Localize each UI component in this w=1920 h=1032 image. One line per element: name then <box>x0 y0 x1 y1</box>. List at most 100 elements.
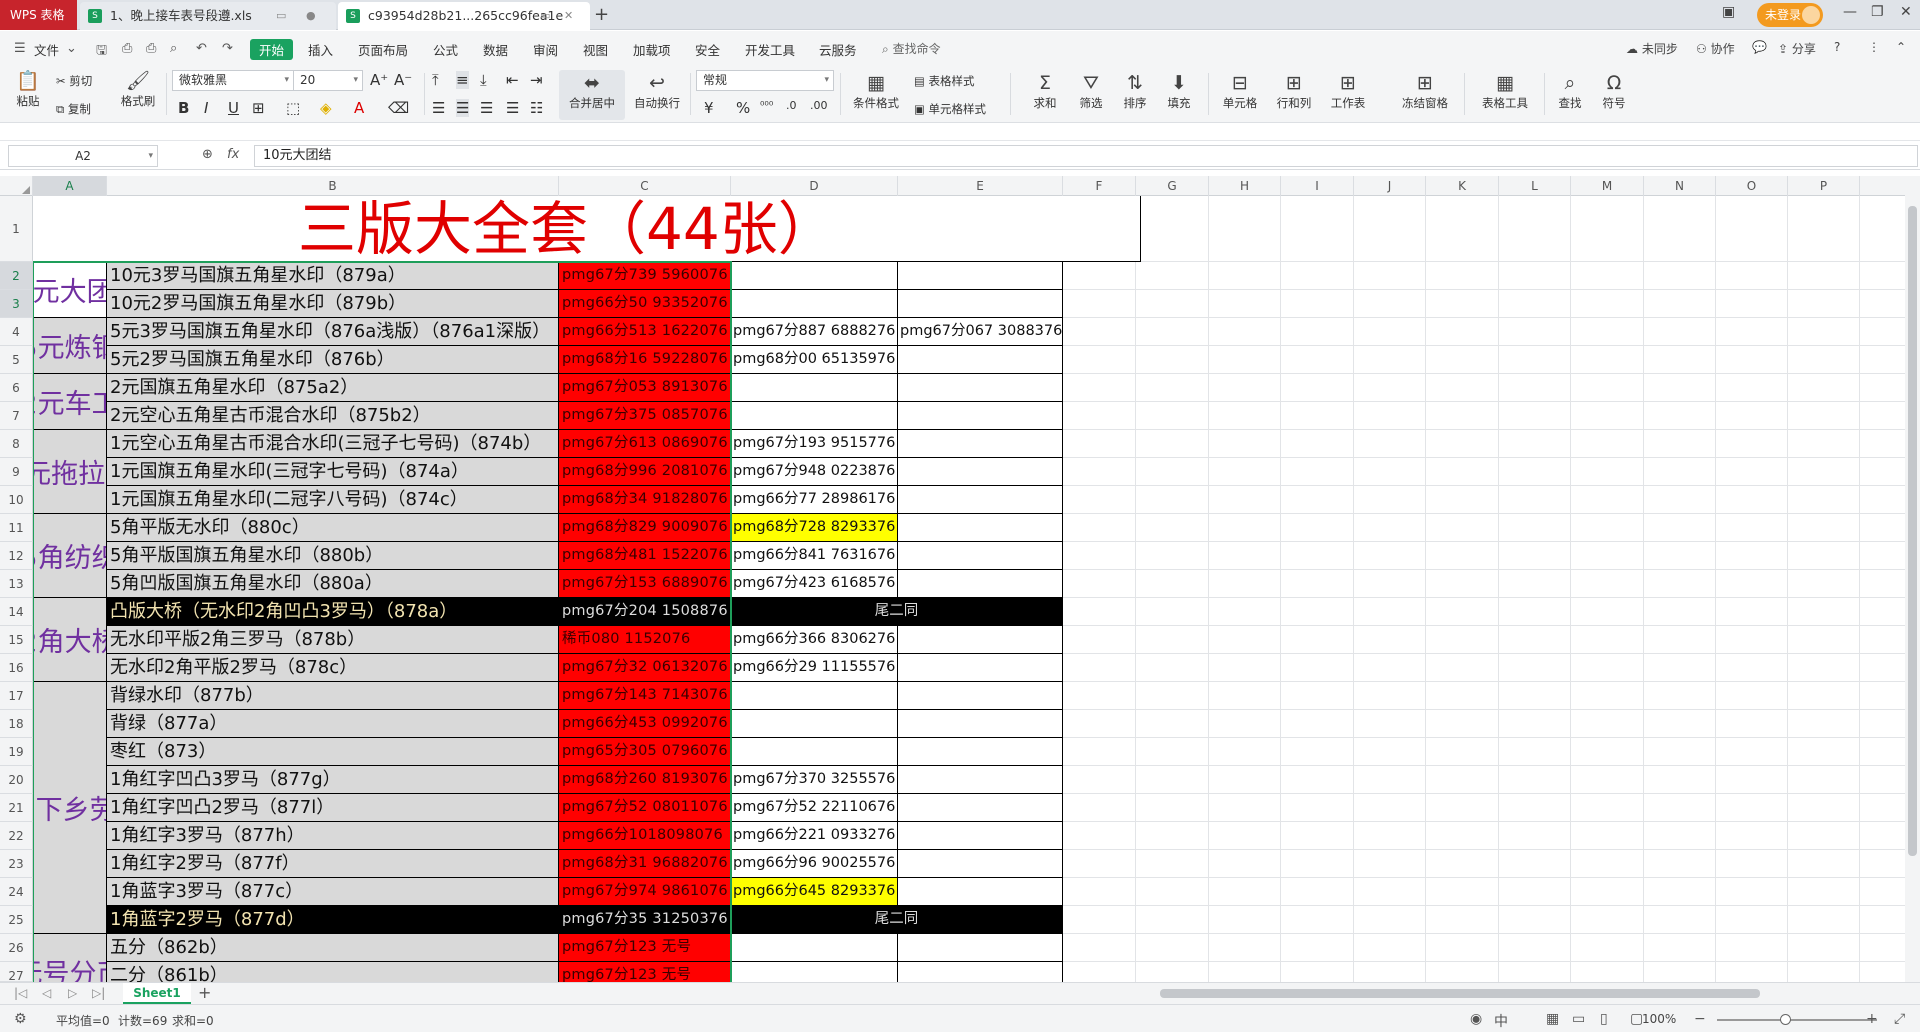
group-cell[interactable]: 无号分币 <box>33 934 107 982</box>
serial-cell-3[interactable] <box>898 962 1063 982</box>
menu-security[interactable]: 安全 <box>695 40 720 59</box>
serial-cell[interactable]: pmg67分123 无号 <box>559 962 731 982</box>
serial-cell-3[interactable] <box>898 458 1063 486</box>
font-color-icon[interactable]: A <box>354 99 364 117</box>
serial-cell-2[interactable]: pmg67分370 3255576 <box>731 766 898 794</box>
column-header[interactable]: L <box>1499 176 1571 196</box>
tab-dot-icon[interactable]: ● <box>306 2 316 30</box>
justify-icon[interactable]: ☰ <box>506 99 519 117</box>
row-header[interactable]: 22 <box>0 822 33 850</box>
serial-cell-3[interactable] <box>898 794 1063 822</box>
column-header[interactable]: N <box>1644 176 1716 196</box>
first-sheet-icon[interactable]: |◁ <box>14 986 27 1000</box>
row-header[interactable]: 26 <box>0 934 33 962</box>
row-header[interactable]: 7 <box>0 402 33 430</box>
serial-cell[interactable]: pmg68分481 1522076 <box>559 542 731 570</box>
serial-cell[interactable]: pmg67分613 0869076 <box>559 430 731 458</box>
variety-cell[interactable]: 1角蓝字2罗马（877d） <box>107 906 559 934</box>
column-header[interactable]: O <box>1716 176 1788 196</box>
export-icon[interactable]: ⎙ <box>122 41 132 56</box>
row-header[interactable]: 25 <box>0 906 33 934</box>
number-format-select[interactable]: 常规 ▾ <box>696 70 834 91</box>
menu-data[interactable]: 数据 <box>483 40 508 59</box>
row-header[interactable]: 2 <box>0 262 33 290</box>
window-layout-icon[interactable]: ▣ <box>1722 4 1735 20</box>
close-icon[interactable]: ✕ <box>564 2 573 30</box>
variety-cell[interactable]: 凸版大桥（无水印2角凹凸3罗马）（878a） <box>107 598 559 626</box>
menu-developer[interactable]: 开发工具 <box>745 40 795 59</box>
serial-cell-2[interactable]: pmg66分841 7631676 <box>731 542 898 570</box>
align-left-icon[interactable]: ☰ <box>432 99 445 117</box>
copy-button[interactable]: ⧉ 复制 <box>56 101 91 117</box>
menu-addins[interactable]: 加载项 <box>633 40 671 59</box>
serial-cell-3[interactable] <box>898 626 1063 654</box>
percent-icon[interactable]: % <box>736 99 750 117</box>
row-header[interactable]: 17 <box>0 682 33 710</box>
variety-cell[interactable]: 1角红字3罗马（877h） <box>107 822 559 850</box>
cell-style-button[interactable]: ▣ 单元格样式 <box>914 101 986 117</box>
format-painter-button[interactable]: 🖌 格式刷 <box>118 69 158 109</box>
collab-button[interactable]: ⚇ 协作 <box>1696 40 1735 57</box>
column-header[interactable]: M <box>1571 176 1644 196</box>
menu-formula[interactable]: 公式 <box>433 40 458 59</box>
column-header[interactable]: F <box>1063 176 1136 196</box>
serial-cell-2[interactable]: pmg66分96 90025576 <box>731 850 898 878</box>
align-center-icon[interactable]: ☰ <box>456 99 470 117</box>
serial-cell-2[interactable]: pmg67分52 22110676 <box>731 794 898 822</box>
help-icon[interactable]: ? <box>1834 40 1840 54</box>
group-cell[interactable]: 10元大团结 <box>33 262 107 318</box>
serial-cell[interactable]: 稀币080 1152076 <box>559 626 731 654</box>
sync-status[interactable]: ☁ 未同步 <box>1626 40 1678 57</box>
serial-cell-3[interactable] <box>898 374 1063 402</box>
row-header[interactable]: 9 <box>0 458 33 486</box>
menu-cloud[interactable]: 云服务 <box>819 40 857 59</box>
variety-cell[interactable]: 1元国旗五角星水印(三冠字七号码)（874a） <box>107 458 559 486</box>
serial-cell[interactable]: pmg65分305 0796076 <box>559 738 731 766</box>
serial-cell-2[interactable] <box>731 962 898 982</box>
serial-cell-3[interactable] <box>898 738 1063 766</box>
row-header[interactable]: 5 <box>0 346 33 374</box>
document-tab-1[interactable]: S 1、晚上接车表号段遵.xls ▭ ● <box>80 2 336 30</box>
serial-cell-2[interactable] <box>731 402 898 430</box>
group-cell[interactable]: 1元拖拉机 <box>33 430 107 514</box>
serial-cell-3[interactable] <box>898 290 1063 318</box>
variety-cell[interactable]: 无水印平版2角三罗马（878b） <box>107 626 559 654</box>
variety-cell[interactable]: 二分（861b） <box>107 962 559 982</box>
serial-cell-2[interactable] <box>731 290 898 318</box>
row-header[interactable]: 1 <box>0 196 33 262</box>
variety-cell[interactable]: 10元2罗马国旗五角星水印（879b） <box>107 290 559 318</box>
menu-file[interactable]: 文件 <box>34 40 59 59</box>
row-header[interactable]: 13 <box>0 570 33 598</box>
serial-cell-3[interactable] <box>898 430 1063 458</box>
variety-cell[interactable]: 5角平版无水印（880c） <box>107 514 559 542</box>
serial-cell[interactable]: pmg68分260 8193076 <box>559 766 731 794</box>
serial-cell[interactable]: pmg67分153 6889076 <box>559 570 731 598</box>
decrease-font-icon[interactable]: A⁻ <box>394 71 412 89</box>
serial-cell[interactable]: pmg67分974 9861076 <box>559 878 731 906</box>
serial-cell[interactable]: pmg66分513 1622076 <box>559 318 731 346</box>
zoom-in-icon[interactable]: + <box>1866 1011 1878 1027</box>
hamburger-icon[interactable]: ☰ <box>14 41 26 56</box>
serial-cell[interactable]: pmg67分32 06132076 <box>559 654 731 682</box>
serial-cell[interactable]: pmg66分1018098076 <box>559 822 731 850</box>
menu-insert[interactable]: 插入 <box>308 40 333 59</box>
serial-cell-2[interactable] <box>731 710 898 738</box>
column-header[interactable]: G <box>1136 176 1209 196</box>
variety-cell[interactable]: 1角蓝字3罗马（877c） <box>107 878 559 906</box>
indent-increase-icon[interactable]: ⇥ <box>530 71 543 89</box>
serial-cell-2[interactable]: pmg66分366 8306276 <box>731 626 898 654</box>
variety-cell[interactable]: 5元2罗马国旗五角星水印（876b） <box>107 346 559 374</box>
fill-effect-icon[interactable]: ⬚ <box>286 99 300 117</box>
vertical-scroll-thumb[interactable] <box>1908 206 1917 856</box>
find-button[interactable]: ⌕ 查找 <box>1550 71 1590 111</box>
underline-icon[interactable]: U <box>228 99 239 117</box>
serial-cell[interactable]: pmg68分31 96882076 <box>559 850 731 878</box>
chevron-down-icon[interactable]: ⌄ <box>66 41 77 56</box>
serial-cell[interactable]: pmg67分375 0857076 <box>559 402 731 430</box>
serial-cell-2[interactable] <box>731 738 898 766</box>
row-header[interactable]: 14 <box>0 598 33 626</box>
row-header[interactable]: 4 <box>0 318 33 346</box>
note-cell[interactable]: 尾二同 <box>731 906 1063 934</box>
comment-icon[interactable]: 💬 <box>1752 40 1767 54</box>
serial-cell-2[interactable]: pmg68分00 65135976 <box>731 346 898 374</box>
